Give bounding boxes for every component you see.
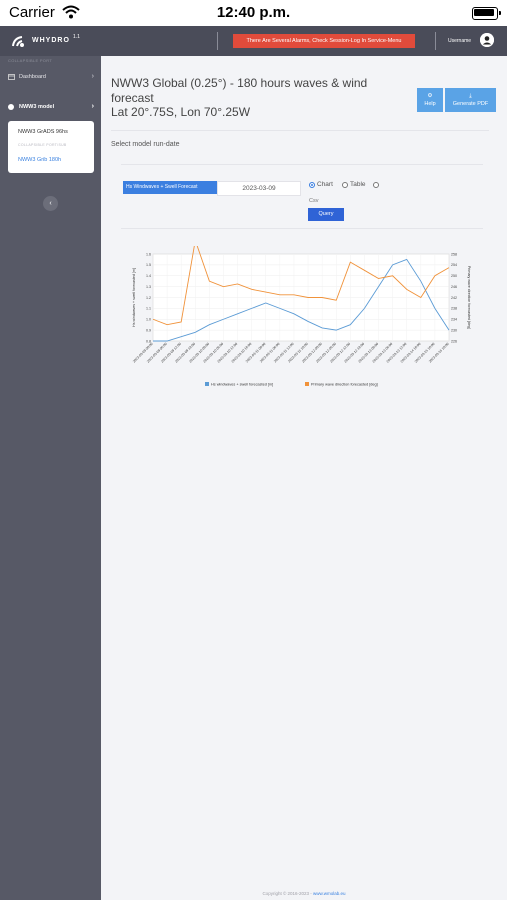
select-rundate-label: Select model run-date: [111, 141, 180, 148]
dashboard-icon: [8, 74, 15, 80]
y-tick-label-left: 0.9: [146, 328, 151, 332]
section-divider: [121, 164, 483, 165]
username-label[interactable]: Username: [448, 38, 471, 44]
sidebar-section-label: COLLAPSIBLE PORT: [8, 58, 53, 63]
y-tick-label-right: 238: [451, 307, 457, 311]
y-tick-label-left: 1.0: [146, 318, 151, 322]
footer: Copyright © 2016-2023 - www.wmolab.eu: [101, 891, 507, 896]
y-tick-label-left: 1.3: [146, 285, 151, 289]
download-icon: ⤓: [469, 93, 472, 99]
sidebar-collapse-button[interactable]: ‹: [43, 196, 58, 211]
footer-copyright: Copyright © 2016-2023 -: [262, 891, 314, 896]
header-divider: [435, 32, 436, 50]
y-axis-label-right: Primary wave direction forecasted [deg]: [467, 266, 471, 329]
y-tick-label-left: 1.5: [146, 263, 151, 267]
app-header: WHYDRO 1.1 There Are Several Alarms, Che…: [0, 26, 507, 56]
radio-table-label: Table: [350, 181, 366, 188]
chevron-right-icon: ›: [91, 73, 94, 80]
app-version: 1.1: [73, 34, 80, 40]
alarms-alert-button[interactable]: There Are Several Alarms, Check Session-…: [233, 34, 415, 48]
chevron-left-icon: ‹: [49, 200, 52, 207]
query-button[interactable]: Query: [308, 208, 344, 221]
legend-label: Hs windwaves + swell forecasted [m]: [211, 383, 273, 387]
variable-select[interactable]: Hs Windwaves + Swell Forecast: [123, 181, 218, 194]
page-subtitle: Lat 20°.75S, Lon 70°.25W: [111, 105, 251, 119]
sidebar-submenu: NWW3 GrADS 96hs COLLAPSIBLE PORT/SUB NWW…: [8, 121, 94, 173]
legend-swatch: [205, 382, 209, 386]
y-tick-label-right: 242: [451, 296, 457, 300]
sidebar-item-label: NWW3 model: [19, 104, 55, 110]
radio-csv[interactable]: [373, 182, 379, 188]
y-tick-label-right: 246: [451, 285, 457, 289]
clock-time: 12:40 p.m.: [216, 4, 291, 21]
globe-icon: [8, 104, 14, 110]
sidebar-item-nww3-model[interactable]: NWW3 model ›: [8, 103, 94, 113]
y-tick-label-right: 250: [451, 274, 457, 278]
help-label: Help: [424, 101, 436, 107]
ios-status-bar: Carrier 12:40 p.m.: [0, 0, 507, 26]
help-button[interactable]: ⚙ Help: [417, 88, 443, 112]
app-logo-text: WHYDRO: [32, 37, 70, 44]
radio-chart-label: Chart: [317, 181, 333, 188]
page-title-text: NWW3 Global (0.25°) - 180 hours waves & …: [111, 76, 368, 105]
help-icon: ⚙: [427, 93, 433, 99]
legend-label: Primary wave direction forecasted [deg]: [311, 383, 378, 387]
page-title: NWW3 Global (0.25°) - 180 hours waves & …: [111, 76, 411, 120]
header-divider: [217, 32, 218, 50]
y-tick-label-right: 258: [451, 252, 457, 256]
y-tick-label-left: 1.6: [146, 252, 151, 256]
radio-table[interactable]: [342, 182, 348, 188]
legend-swatch: [305, 382, 309, 386]
section-divider: [121, 228, 483, 229]
radio-csv-label: Csv: [309, 198, 319, 204]
radio-chart[interactable]: [309, 182, 315, 188]
footer-link[interactable]: www.wmolab.eu: [313, 891, 346, 896]
section-divider: [111, 130, 489, 131]
chevron-right-icon: ›: [91, 103, 94, 110]
y-tick-label-left: 1.1: [146, 307, 151, 311]
sidebar-item-label: Dashboard: [19, 74, 46, 80]
sidebar-item-dashboard[interactable]: Dashboard ›: [8, 73, 94, 83]
y-tick-label-right: 226: [451, 339, 457, 343]
forecast-chart: 0.80.91.01.11.21.31.41.51.62262302342382…: [132, 246, 471, 387]
submenu-item-grads[interactable]: NWW3 GrADS 96hs: [18, 129, 68, 135]
y-tick-label-right: 230: [451, 328, 457, 332]
submenu-caption: COLLAPSIBLE PORT/SUB: [18, 143, 67, 147]
y-tick-label-right: 254: [451, 263, 457, 267]
date-input[interactable]: 2023-03-09: [217, 181, 301, 196]
y-tick-label-left: 1.2: [146, 296, 151, 300]
main-content: NWW3 Global (0.25°) - 180 hours waves & …: [101, 56, 507, 900]
submenu-item-grib[interactable]: NWW3 Grib 180h: [18, 157, 61, 163]
whydro-logo-icon: [12, 36, 24, 47]
y-axis-label-left: Hs windwaves + swell forecasted [m]: [132, 268, 136, 327]
sidebar: COLLAPSIBLE PORT Dashboard › NWW3 model …: [0, 56, 101, 900]
generate-pdf-label: Generate PDF: [452, 101, 489, 107]
y-tick-label-right: 234: [451, 318, 457, 322]
y-tick-label-left: 1.4: [146, 274, 151, 278]
battery-icon: [472, 7, 501, 20]
user-avatar-icon[interactable]: [480, 33, 494, 47]
generate-pdf-button[interactable]: ⤓ Generate PDF: [445, 88, 496, 112]
